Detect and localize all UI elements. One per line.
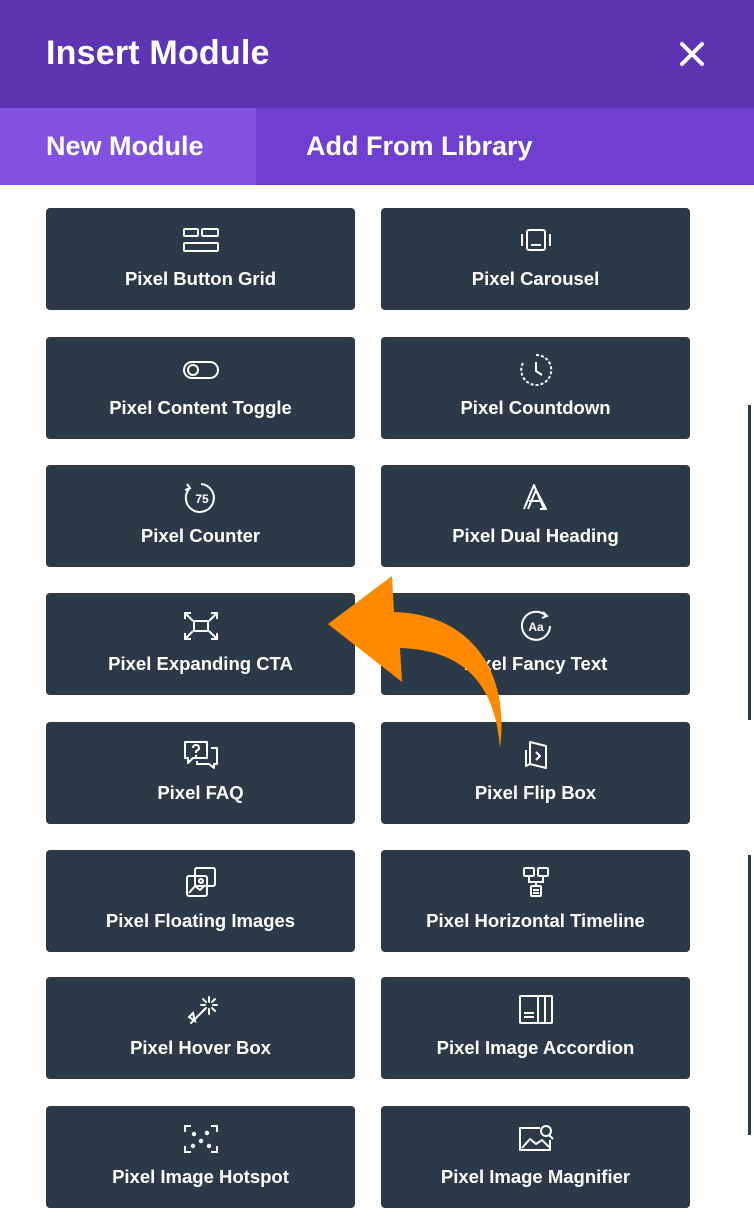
hover-wand-icon — [181, 993, 221, 1027]
tab-add-from-library-label: Add From Library — [306, 131, 533, 161]
tab-new-module[interactable]: New Module — [0, 108, 256, 185]
toggle-icon — [181, 353, 221, 387]
scrollbar-track-edge — [748, 855, 751, 1135]
module-label: Pixel Image Hotspot — [112, 1166, 289, 1187]
svg-text:75: 75 — [195, 492, 209, 506]
timeline-icon — [516, 866, 556, 900]
module-label: Pixel Button Grid — [124, 268, 277, 289]
close-icon — [680, 42, 704, 66]
module-label: Pixel Fancy Text — [463, 653, 608, 674]
clock-icon — [516, 353, 556, 387]
module-pixel-floating-images[interactable]: Pixel Floating Images — [46, 850, 355, 952]
module-label: Pixel Counter — [140, 525, 261, 546]
svg-text:Aa: Aa — [528, 620, 544, 634]
module-pixel-image-magnifier[interactable]: Pixel Image Magnifier — [381, 1106, 690, 1208]
module-label: Pixel Expanding CTA — [108, 653, 293, 674]
module-pixel-expanding-cta[interactable]: Pixel Expanding CTA — [46, 593, 355, 695]
close-button[interactable] — [676, 38, 708, 70]
module-label: Pixel Dual Heading — [452, 525, 619, 546]
button-grid-icon — [181, 224, 221, 258]
expand-icon — [181, 609, 221, 643]
module-pixel-counter[interactable]: 75 Pixel Counter — [46, 465, 355, 567]
module-label: Pixel Carousel — [471, 268, 600, 289]
module-label: Pixel Floating Images — [105, 910, 296, 931]
module-label: Pixel Image Accordion — [436, 1037, 635, 1058]
module-pixel-horizontal-timeline[interactable]: Pixel Horizontal Timeline — [381, 850, 690, 952]
flip-box-icon — [516, 738, 556, 772]
module-label: Pixel FAQ — [157, 782, 244, 803]
dual-heading-icon — [516, 481, 556, 515]
scrollbar-thumb[interactable] — [748, 405, 751, 720]
module-pixel-carousel[interactable]: Pixel Carousel — [381, 208, 690, 310]
module-pixel-dual-heading[interactable]: Pixel Dual Heading — [381, 465, 690, 567]
module-label: Pixel Image Magnifier — [440, 1166, 631, 1187]
module-label: Pixel Content Toggle — [109, 397, 292, 418]
module-pixel-content-toggle[interactable]: Pixel Content Toggle — [46, 337, 355, 439]
magnifier-icon — [516, 1122, 556, 1156]
tab-bar: New Module Add From Library — [0, 108, 754, 185]
module-grid: Pixel Button Grid Pixel Carousel Pixel C… — [0, 185, 754, 1228]
module-pixel-countdown[interactable]: Pixel Countdown — [381, 337, 690, 439]
modal-title: Insert Module — [46, 34, 270, 72]
module-label: Pixel Countdown — [460, 397, 611, 418]
module-label: Pixel Horizontal Timeline — [426, 910, 645, 931]
module-pixel-faq[interactable]: Pixel FAQ — [46, 722, 355, 824]
module-pixel-button-grid[interactable]: Pixel Button Grid — [46, 208, 355, 310]
tab-add-from-library[interactable]: Add From Library — [306, 108, 533, 185]
hotspot-icon — [181, 1122, 221, 1156]
image-accordion-icon — [516, 993, 556, 1027]
modal-header: Insert Module — [0, 0, 754, 108]
module-pixel-hover-box[interactable]: Pixel Hover Box — [46, 977, 355, 1079]
module-pixel-image-hotspot[interactable]: Pixel Image Hotspot — [46, 1106, 355, 1208]
module-label: Pixel Flip Box — [474, 782, 597, 803]
module-pixel-flip-box[interactable]: Pixel Flip Box — [381, 722, 690, 824]
module-label: Pixel Hover Box — [130, 1037, 271, 1058]
module-pixel-image-accordion[interactable]: Pixel Image Accordion — [381, 977, 690, 1079]
tab-new-module-label: New Module — [46, 131, 204, 161]
fancy-text-icon: Aa — [516, 609, 556, 643]
counter-icon: 75 — [181, 481, 221, 515]
faq-icon — [181, 738, 221, 772]
module-pixel-fancy-text[interactable]: Aa Pixel Fancy Text — [381, 593, 690, 695]
carousel-icon — [516, 224, 556, 258]
floating-images-icon — [181, 866, 221, 900]
